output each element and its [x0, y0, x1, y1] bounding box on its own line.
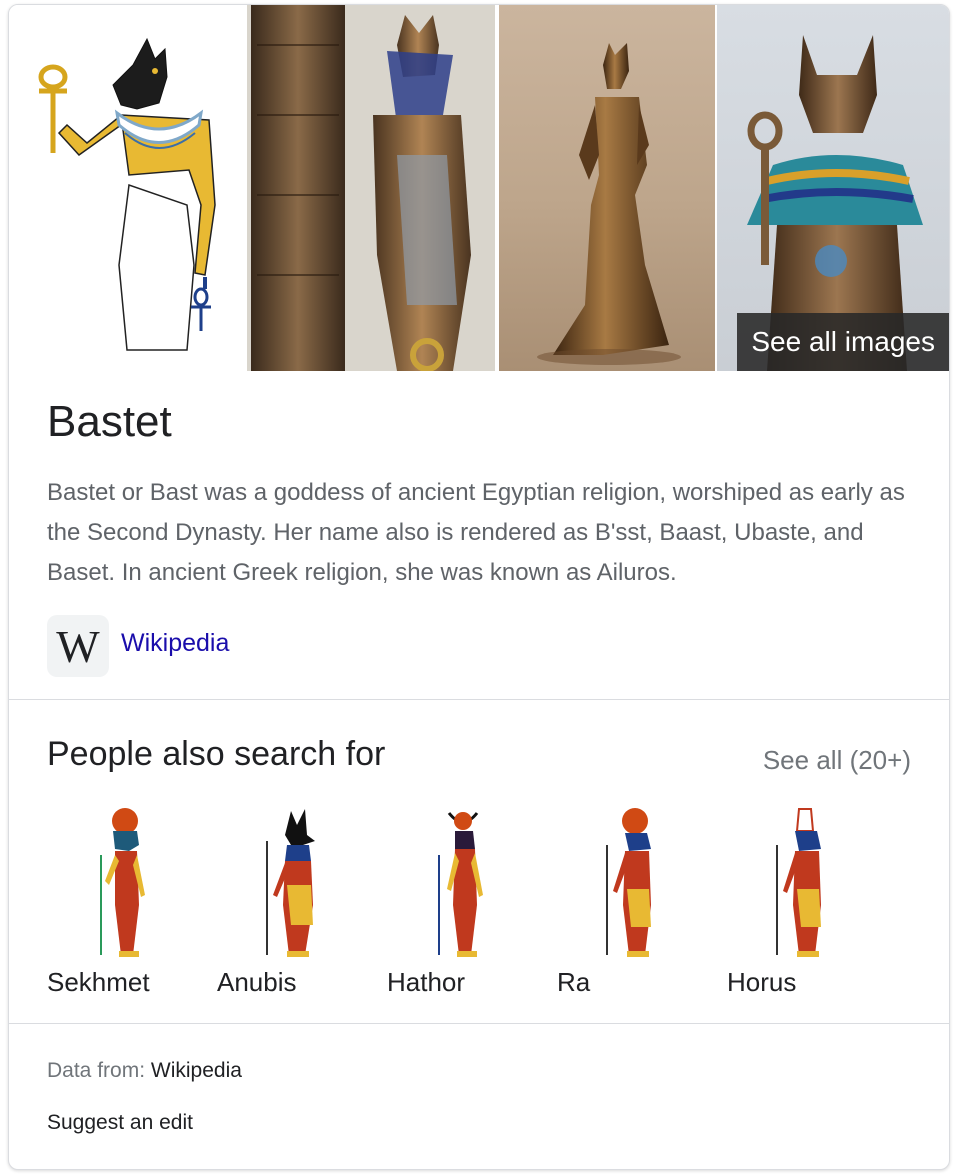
suggest-edit-link[interactable]: Suggest an edit [47, 1111, 193, 1135]
knowledge-panel: See all images Bastet Bastet or Bast was… [8, 4, 950, 1170]
ra-figure-icon [595, 805, 669, 959]
image-tile-3[interactable] [499, 5, 715, 371]
wikipedia-logo-icon[interactable]: W [47, 615, 109, 677]
horus-figure-icon [765, 805, 839, 959]
related-entity-name: Sekhmet [47, 967, 150, 997]
divider [9, 699, 949, 700]
see-all-people-link[interactable]: See all (20+) [763, 745, 911, 776]
hathor-figure-icon [425, 805, 499, 959]
data-source-link[interactable]: Wikipedia [151, 1059, 242, 1082]
related-entity-name: Anubis [217, 967, 297, 997]
see-all-images-button[interactable]: See all images [737, 313, 949, 371]
people-also-search-title: People also search for [47, 735, 386, 773]
related-entity-name: Hathor [387, 967, 466, 997]
divider [9, 1023, 949, 1024]
wikipedia-link[interactable]: Wikipedia [121, 629, 229, 658]
bastet-bronze-figure-image [537, 43, 681, 365]
image-tile-2[interactable] [247, 5, 495, 371]
bastet-statue-column-image [251, 5, 471, 371]
image-tile-1[interactable] [9, 5, 245, 371]
image-strip: See all images [9, 5, 949, 371]
related-entity-name: Ra [557, 967, 591, 997]
related-entity-name: Horus [727, 967, 797, 997]
entity-title: Bastet [47, 397, 172, 446]
sekhmet-figure-icon [85, 805, 159, 959]
data-from-attribution: Data from: Wikipedia [47, 1059, 242, 1083]
image-tile-4[interactable]: See all images [717, 5, 949, 371]
anubis-figure-icon [255, 805, 329, 959]
data-from-label: Data from: [47, 1059, 151, 1082]
bastet-drawing-image [38, 37, 216, 351]
entity-description: Bastet or Bast was a goddess of ancient … [47, 479, 905, 586]
